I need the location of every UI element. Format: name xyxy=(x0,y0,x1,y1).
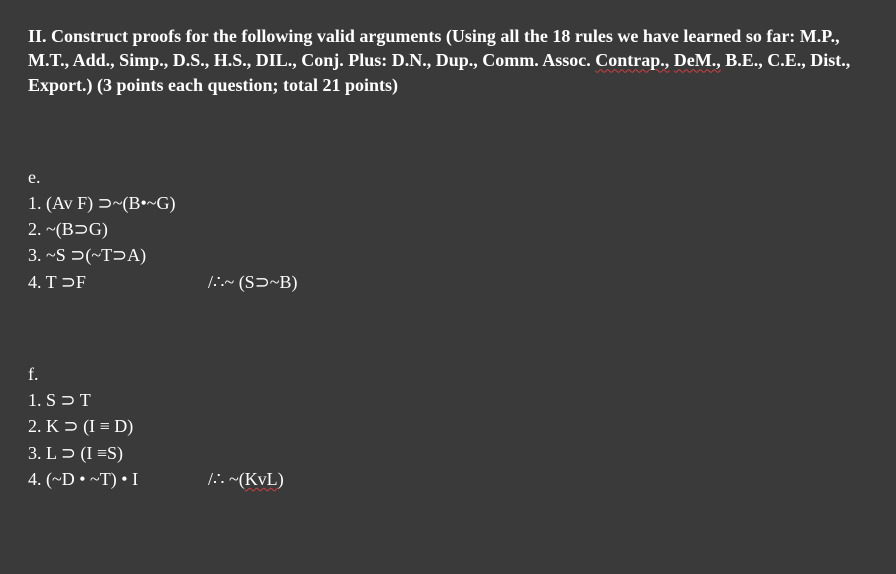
premise-e-3: 3. ~S ⊃(~T⊃A) xyxy=(28,243,868,267)
premise-f-1: 1. S ⊃ T xyxy=(28,388,868,412)
conclusion-e: /∴~ (S⊃~B) xyxy=(208,270,298,294)
premise-f-3: 3. L ⊃ (I ≡S) xyxy=(28,441,868,465)
premise-e-last-row: 4. T ⊃F /∴~ (S⊃~B) xyxy=(28,270,868,294)
problem-e-label: e. xyxy=(28,167,868,188)
premise-f-last-row: 4. (~D • ~T) • I /∴ ~(KvL) xyxy=(28,467,868,491)
premise-f-4: 4. (~D • ~T) • I xyxy=(28,467,208,491)
problem-f-label: f. xyxy=(28,364,868,385)
conclusion-f-suffix: ) xyxy=(278,469,284,489)
premise-f-2: 2. K ⊃ (I ≡ D) xyxy=(28,414,868,438)
premise-e-2: 2. ~(B⊃G) xyxy=(28,217,868,241)
conclusion-f: /∴ ~(KvL) xyxy=(208,467,284,491)
section-header: II. Construct proofs for the following v… xyxy=(28,24,868,97)
header-contrap: Contrap., xyxy=(595,50,669,70)
premise-e-4: 4. T ⊃F xyxy=(28,270,208,294)
header-dem: DeM., xyxy=(674,50,721,70)
conclusion-f-kvl: KvL xyxy=(245,469,278,489)
conclusion-f-prefix: /∴ ~( xyxy=(208,469,245,489)
premise-e-1: 1. (Av F) ⊃~(B•~G) xyxy=(28,191,868,215)
problem-e: e. 1. (Av F) ⊃~(B•~G) 2. ~(B⊃G) 3. ~S ⊃(… xyxy=(28,167,868,294)
problem-f: f. 1. S ⊃ T 2. K ⊃ (I ≡ D) 3. L ⊃ (I ≡S)… xyxy=(28,364,868,491)
